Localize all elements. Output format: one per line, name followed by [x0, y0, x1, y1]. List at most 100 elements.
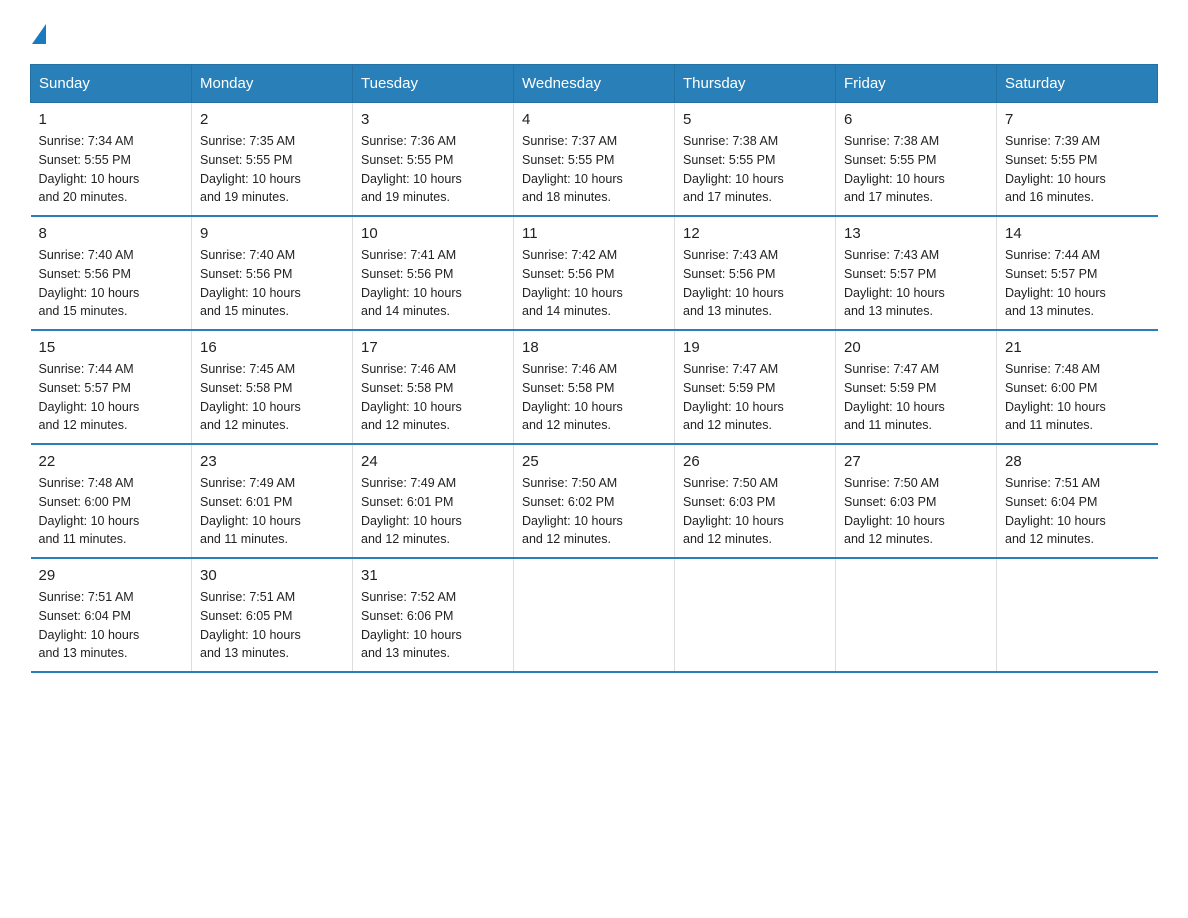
day-number: 10 [361, 225, 505, 242]
day-info: Sunrise: 7:51 AM Sunset: 6:04 PM Dayligh… [39, 588, 184, 663]
page-header [30, 20, 1158, 44]
header-sunday: Sunday [31, 65, 192, 103]
day-info: Sunrise: 7:43 AM Sunset: 5:57 PM Dayligh… [844, 246, 988, 321]
day-cell [675, 558, 836, 672]
day-info: Sunrise: 7:47 AM Sunset: 5:59 PM Dayligh… [683, 360, 827, 435]
day-number: 26 [683, 453, 827, 470]
day-number: 23 [200, 453, 344, 470]
day-number: 20 [844, 339, 988, 356]
header-monday: Monday [192, 65, 353, 103]
day-cell: 30 Sunrise: 7:51 AM Sunset: 6:05 PM Dayl… [192, 558, 353, 672]
day-number: 22 [39, 453, 184, 470]
day-info: Sunrise: 7:43 AM Sunset: 5:56 PM Dayligh… [683, 246, 827, 321]
header-wednesday: Wednesday [514, 65, 675, 103]
day-info: Sunrise: 7:36 AM Sunset: 5:55 PM Dayligh… [361, 132, 505, 207]
day-number: 5 [683, 111, 827, 128]
day-cell: 8 Sunrise: 7:40 AM Sunset: 5:56 PM Dayli… [31, 216, 192, 330]
day-cell: 28 Sunrise: 7:51 AM Sunset: 6:04 PM Dayl… [997, 444, 1158, 558]
day-number: 12 [683, 225, 827, 242]
day-info: Sunrise: 7:40 AM Sunset: 5:56 PM Dayligh… [39, 246, 184, 321]
day-cell [836, 558, 997, 672]
day-info: Sunrise: 7:45 AM Sunset: 5:58 PM Dayligh… [200, 360, 344, 435]
day-cell: 6 Sunrise: 7:38 AM Sunset: 5:55 PM Dayli… [836, 103, 997, 217]
day-cell: 2 Sunrise: 7:35 AM Sunset: 5:55 PM Dayli… [192, 103, 353, 217]
week-row-5: 29 Sunrise: 7:51 AM Sunset: 6:04 PM Dayl… [31, 558, 1158, 672]
day-info: Sunrise: 7:48 AM Sunset: 6:00 PM Dayligh… [1005, 360, 1150, 435]
day-cell: 31 Sunrise: 7:52 AM Sunset: 6:06 PM Dayl… [353, 558, 514, 672]
day-cell: 1 Sunrise: 7:34 AM Sunset: 5:55 PM Dayli… [31, 103, 192, 217]
day-cell: 21 Sunrise: 7:48 AM Sunset: 6:00 PM Dayl… [997, 330, 1158, 444]
day-cell: 25 Sunrise: 7:50 AM Sunset: 6:02 PM Dayl… [514, 444, 675, 558]
calendar-header-row: SundayMondayTuesdayWednesdayThursdayFrid… [31, 65, 1158, 103]
day-cell: 14 Sunrise: 7:44 AM Sunset: 5:57 PM Dayl… [997, 216, 1158, 330]
header-tuesday: Tuesday [353, 65, 514, 103]
day-info: Sunrise: 7:46 AM Sunset: 5:58 PM Dayligh… [361, 360, 505, 435]
day-info: Sunrise: 7:39 AM Sunset: 5:55 PM Dayligh… [1005, 132, 1150, 207]
header-thursday: Thursday [675, 65, 836, 103]
day-cell: 29 Sunrise: 7:51 AM Sunset: 6:04 PM Dayl… [31, 558, 192, 672]
day-cell [514, 558, 675, 672]
day-number: 24 [361, 453, 505, 470]
day-cell: 4 Sunrise: 7:37 AM Sunset: 5:55 PM Dayli… [514, 103, 675, 217]
day-number: 31 [361, 567, 505, 584]
day-info: Sunrise: 7:37 AM Sunset: 5:55 PM Dayligh… [522, 132, 666, 207]
day-cell: 26 Sunrise: 7:50 AM Sunset: 6:03 PM Dayl… [675, 444, 836, 558]
day-number: 28 [1005, 453, 1150, 470]
day-cell: 11 Sunrise: 7:42 AM Sunset: 5:56 PM Dayl… [514, 216, 675, 330]
day-number: 3 [361, 111, 505, 128]
day-cell: 15 Sunrise: 7:44 AM Sunset: 5:57 PM Dayl… [31, 330, 192, 444]
day-info: Sunrise: 7:50 AM Sunset: 6:02 PM Dayligh… [522, 474, 666, 549]
day-info: Sunrise: 7:52 AM Sunset: 6:06 PM Dayligh… [361, 588, 505, 663]
header-friday: Friday [836, 65, 997, 103]
day-number: 1 [39, 111, 184, 128]
day-cell: 27 Sunrise: 7:50 AM Sunset: 6:03 PM Dayl… [836, 444, 997, 558]
logo-triangle-icon [32, 24, 46, 44]
day-number: 19 [683, 339, 827, 356]
day-info: Sunrise: 7:47 AM Sunset: 5:59 PM Dayligh… [844, 360, 988, 435]
day-number: 21 [1005, 339, 1150, 356]
day-number: 18 [522, 339, 666, 356]
day-number: 13 [844, 225, 988, 242]
day-info: Sunrise: 7:50 AM Sunset: 6:03 PM Dayligh… [844, 474, 988, 549]
day-number: 14 [1005, 225, 1150, 242]
day-info: Sunrise: 7:50 AM Sunset: 6:03 PM Dayligh… [683, 474, 827, 549]
day-cell: 10 Sunrise: 7:41 AM Sunset: 5:56 PM Dayl… [353, 216, 514, 330]
week-row-3: 15 Sunrise: 7:44 AM Sunset: 5:57 PM Dayl… [31, 330, 1158, 444]
day-info: Sunrise: 7:34 AM Sunset: 5:55 PM Dayligh… [39, 132, 184, 207]
day-number: 30 [200, 567, 344, 584]
day-number: 2 [200, 111, 344, 128]
day-cell [997, 558, 1158, 672]
day-number: 9 [200, 225, 344, 242]
day-cell: 20 Sunrise: 7:47 AM Sunset: 5:59 PM Dayl… [836, 330, 997, 444]
day-number: 11 [522, 225, 666, 242]
day-number: 25 [522, 453, 666, 470]
day-info: Sunrise: 7:48 AM Sunset: 6:00 PM Dayligh… [39, 474, 184, 549]
day-info: Sunrise: 7:44 AM Sunset: 5:57 PM Dayligh… [1005, 246, 1150, 321]
day-info: Sunrise: 7:46 AM Sunset: 5:58 PM Dayligh… [522, 360, 666, 435]
logo [30, 20, 46, 44]
day-number: 27 [844, 453, 988, 470]
day-cell: 3 Sunrise: 7:36 AM Sunset: 5:55 PM Dayli… [353, 103, 514, 217]
day-number: 29 [39, 567, 184, 584]
day-number: 7 [1005, 111, 1150, 128]
day-number: 6 [844, 111, 988, 128]
day-number: 16 [200, 339, 344, 356]
day-cell: 13 Sunrise: 7:43 AM Sunset: 5:57 PM Dayl… [836, 216, 997, 330]
day-info: Sunrise: 7:44 AM Sunset: 5:57 PM Dayligh… [39, 360, 184, 435]
day-cell: 7 Sunrise: 7:39 AM Sunset: 5:55 PM Dayli… [997, 103, 1158, 217]
day-cell: 16 Sunrise: 7:45 AM Sunset: 5:58 PM Dayl… [192, 330, 353, 444]
day-info: Sunrise: 7:35 AM Sunset: 5:55 PM Dayligh… [200, 132, 344, 207]
day-cell: 17 Sunrise: 7:46 AM Sunset: 5:58 PM Dayl… [353, 330, 514, 444]
day-number: 15 [39, 339, 184, 356]
day-info: Sunrise: 7:41 AM Sunset: 5:56 PM Dayligh… [361, 246, 505, 321]
day-info: Sunrise: 7:51 AM Sunset: 6:04 PM Dayligh… [1005, 474, 1150, 549]
calendar-table: SundayMondayTuesdayWednesdayThursdayFrid… [30, 64, 1158, 673]
day-cell: 12 Sunrise: 7:43 AM Sunset: 5:56 PM Dayl… [675, 216, 836, 330]
day-number: 8 [39, 225, 184, 242]
week-row-1: 1 Sunrise: 7:34 AM Sunset: 5:55 PM Dayli… [31, 103, 1158, 217]
day-cell: 5 Sunrise: 7:38 AM Sunset: 5:55 PM Dayli… [675, 103, 836, 217]
day-info: Sunrise: 7:51 AM Sunset: 6:05 PM Dayligh… [200, 588, 344, 663]
day-info: Sunrise: 7:49 AM Sunset: 6:01 PM Dayligh… [361, 474, 505, 549]
day-info: Sunrise: 7:40 AM Sunset: 5:56 PM Dayligh… [200, 246, 344, 321]
day-cell: 24 Sunrise: 7:49 AM Sunset: 6:01 PM Dayl… [353, 444, 514, 558]
